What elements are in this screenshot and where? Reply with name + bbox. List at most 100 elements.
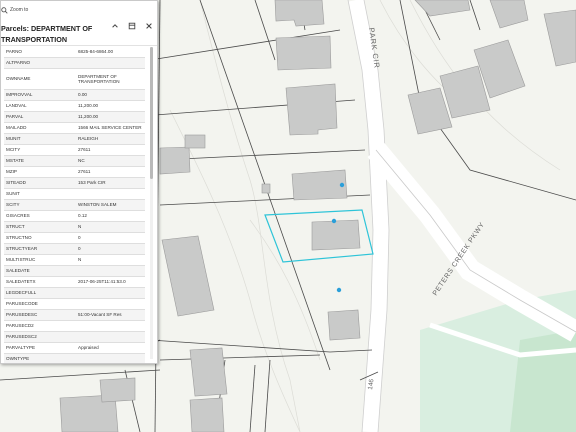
attribute-row: MCITY 27611 [4, 145, 145, 156]
attribute-row: PARUSEDESC 51:00-Vacant SF Res [4, 310, 145, 321]
attribute-field: SCITY [6, 202, 20, 208]
dock-icon[interactable] [128, 22, 136, 30]
attribute-value: 153 Park CIR [78, 180, 106, 186]
attribute-field: PARVAL [6, 114, 24, 120]
zoom-magnifier-icon [1, 6, 8, 14]
attribute-value: 27611 [78, 147, 91, 153]
attribute-field: PARNO [6, 49, 22, 55]
close-icon[interactable] [145, 22, 153, 30]
attribute-value: 2017-06-25T11:41:53.0 [78, 279, 126, 285]
attribute-field: STRUCT [6, 224, 25, 230]
attribute-row: MZIP 27611 [4, 167, 145, 178]
attribute-value: N [78, 257, 82, 263]
attribute-value [78, 299, 145, 309]
attribute-row: GISACRES 0.12 [4, 211, 145, 222]
attribute-row: STRUCTNO 0 [4, 233, 145, 244]
attribute-field: GISACRES [6, 213, 30, 219]
attribute-row: SCITY WINSTON SALEM [4, 200, 145, 211]
attribute-field: OWNNAME [6, 76, 31, 82]
attribute-value: 11,200.00 [78, 114, 99, 120]
popup-divider [1, 45, 157, 46]
attribute-row: ALTPARNO [4, 58, 145, 69]
attribute-field: MCITY [6, 147, 21, 153]
attribute-field: LEGDECFULL [6, 290, 37, 296]
attribute-field: SALEDATE [6, 268, 30, 274]
marker [336, 287, 342, 293]
attribute-value: RALEIGH [78, 136, 99, 142]
attribute-value: 1566 MAIL SERVICE CENTER [78, 125, 142, 131]
attribute-value [78, 332, 145, 342]
attribute-field: SITEADD [6, 180, 26, 186]
attribute-field: STRUCTNO [6, 235, 32, 241]
attribute-value: 51:00-Vacant SF Res [78, 312, 122, 318]
attribute-value: 11,200.00 [78, 103, 99, 109]
attribute-row: MSTATE NC [4, 156, 145, 167]
attribute-field: ALTPARNO [6, 60, 31, 66]
attribute-value: WINSTON SALEM [78, 202, 117, 208]
attribute-row: IMPROVVAL 0.00 [4, 90, 145, 101]
marker [331, 218, 337, 224]
attribute-row: PARUSECODE [4, 299, 145, 310]
attribute-row: SALEDATE [4, 266, 145, 277]
attribute-field: MUNIT [6, 136, 21, 142]
marker [339, 182, 345, 188]
road-peters-creek-pkwy [367, 142, 576, 342]
attribute-value: N [78, 224, 82, 230]
zoom-to-button[interactable]: Zoom to [1, 3, 28, 17]
park-area [510, 330, 576, 432]
attribute-row: STRUCTYEAR 0 [4, 244, 145, 255]
attribute-row: PARNO 6825-84-6864.00 [4, 47, 145, 58]
attribute-row: OWNTYPE [4, 354, 145, 363]
popup-scrollbar[interactable] [150, 47, 153, 359]
attribute-field: PARUSECD2 [6, 323, 34, 329]
attribute-row: PARVALTYPE Appraised [4, 343, 145, 354]
attribute-row: LANDVAL 11,200.00 [4, 101, 145, 112]
popup-controls [111, 22, 153, 30]
attribute-row: SITEADD 153 Park CIR [4, 178, 145, 189]
attribute-row: MULTISTRUC N [4, 255, 145, 266]
attribute-row: SALEDATETX 2017-06-25T11:41:53.0 [4, 277, 145, 288]
attribute-field: MSTATE [6, 158, 24, 164]
attribute-field: MAILADD [6, 125, 27, 131]
attribute-row: MUNIT RALEIGH [4, 134, 145, 145]
attribute-field: LANDVAL [6, 103, 27, 109]
attribute-value: NC [78, 158, 85, 164]
attribute-table: PARNO 6825-84-6864.00 ALTPARNO OWNNAME DEPAR… [4, 47, 145, 363]
zoom-to-label: Zoom to [10, 7, 29, 13]
attribute-field: SALEDATETX [6, 279, 36, 285]
popup-title: Parcels: DEPARTMENT OF TRANSPORTATION [1, 24, 93, 44]
attribute-field: PARUSEDSC2 [6, 334, 37, 340]
scrollbar-thumb[interactable] [150, 47, 153, 179]
attribute-row: STRUCT N [4, 222, 145, 233]
attribute-value [78, 354, 145, 363]
attribute-value [78, 58, 145, 68]
attribute-value: 0.12 [78, 213, 87, 219]
attribute-row: OWNNAME DEPARTMENT OF TRANSPORTATION [4, 69, 145, 90]
attribute-field: PARUSEDESC [6, 312, 38, 318]
attribute-field: OWNTYPE [6, 356, 30, 362]
attribute-value [78, 321, 145, 331]
attribute-field: STRUCTYEAR [6, 246, 38, 252]
attribute-value: 6825-84-6864.00 [78, 49, 113, 55]
attribute-value: 27611 [78, 169, 91, 175]
attribute-row: PARVAL 11,200.00 [4, 112, 145, 123]
attribute-value: 0 [78, 235, 81, 241]
attribute-value: 0 [78, 246, 81, 252]
attribute-field: MULTISTRUC [6, 257, 36, 263]
attribute-field: SUNIT [6, 191, 20, 197]
attribute-row: LEGDECFULL [4, 288, 145, 299]
feature-popup: Zoom to Parcels: DEPARTMENT OF TRANSPORT… [0, 0, 158, 364]
attribute-value [78, 189, 145, 199]
attribute-value: 0.00 [78, 92, 87, 98]
chevron-up-icon[interactable] [111, 22, 119, 30]
attribute-field: IMPROVVAL [6, 92, 33, 98]
attribute-value [78, 288, 145, 298]
attribute-row: PARUSECD2 [4, 321, 145, 332]
attribute-value: DEPARTMENT OF TRANSPORTATION [78, 73, 120, 84]
attribute-field: MZIP [6, 169, 17, 175]
attribute-row: MAILADD 1566 MAIL SERVICE CENTER [4, 123, 145, 134]
attribute-field: PARUSECODE [6, 301, 38, 307]
attribute-row: PARUSEDSC2 [4, 332, 145, 343]
attribute-field: PARVALTYPE [6, 345, 36, 351]
attribute-value: Appraised [78, 345, 99, 351]
